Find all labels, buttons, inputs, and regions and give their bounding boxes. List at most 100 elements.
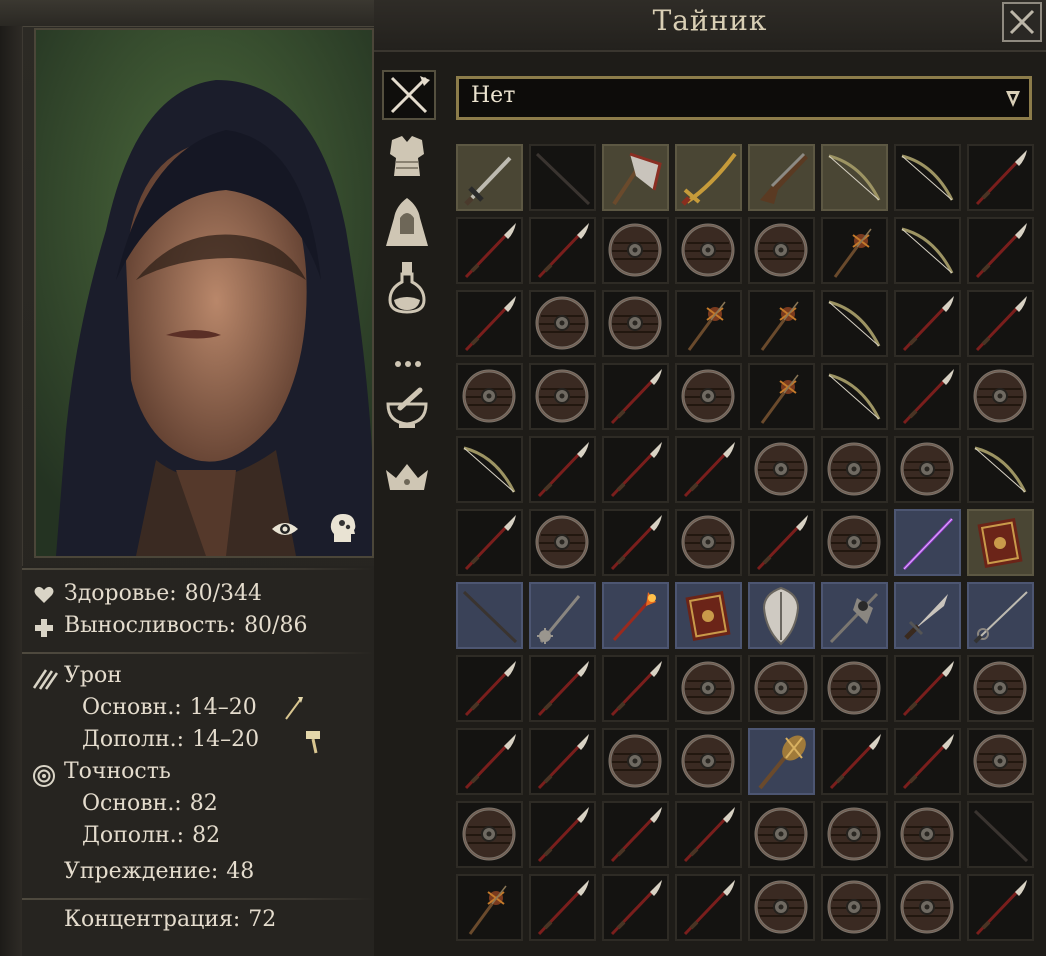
inventory-slot[interactable]: [675, 655, 742, 722]
inventory-slot[interactable]: [748, 728, 815, 795]
inventory-slot[interactable]: [675, 290, 742, 357]
inventory-slot[interactable]: [529, 874, 596, 941]
inventory-slot[interactable]: [748, 655, 815, 722]
close-button[interactable]: [1002, 2, 1042, 42]
inventory-slot[interactable]: [894, 655, 961, 722]
inventory-slot[interactable]: [821, 874, 888, 941]
inventory-slot[interactable]: [456, 363, 523, 430]
inventory-slot[interactable]: [967, 509, 1034, 576]
inventory-slot[interactable]: [602, 144, 669, 211]
inventory-slot[interactable]: [748, 290, 815, 357]
inventory-slot[interactable]: [456, 728, 523, 795]
inventory-slot[interactable]: [675, 874, 742, 941]
filter-ingredients-button[interactable]: [382, 386, 436, 436]
inventory-slot[interactable]: [894, 728, 961, 795]
inventory-slot[interactable]: [529, 290, 596, 357]
inventory-slot[interactable]: [602, 728, 669, 795]
inventory-slot[interactable]: [894, 874, 961, 941]
inventory-slot[interactable]: [529, 436, 596, 503]
inventory-slot[interactable]: [456, 509, 523, 576]
inventory-slot[interactable]: [748, 363, 815, 430]
inventory-slot[interactable]: [967, 801, 1034, 868]
inventory-slot[interactable]: [821, 363, 888, 430]
eye-icon[interactable]: [270, 514, 300, 544]
inventory-slot[interactable]: [748, 509, 815, 576]
inventory-slot[interactable]: [456, 655, 523, 722]
filter-misc-button[interactable]: [382, 346, 436, 376]
inventory-slot[interactable]: [967, 436, 1034, 503]
inventory-slot[interactable]: [821, 144, 888, 211]
character-portrait[interactable]: [34, 28, 374, 558]
inventory-slot[interactable]: [529, 144, 596, 211]
inventory-slot[interactable]: [602, 874, 669, 941]
inventory-slot[interactable]: [967, 363, 1034, 430]
inventory-slot[interactable]: [748, 144, 815, 211]
inventory-slot[interactable]: [675, 728, 742, 795]
filter-dropdown[interactable]: Нет: [456, 76, 1032, 120]
inventory-slot[interactable]: [602, 801, 669, 868]
inventory-slot[interactable]: [602, 582, 669, 649]
inventory-slot[interactable]: [967, 874, 1034, 941]
inventory-slot[interactable]: [675, 582, 742, 649]
inventory-slot[interactable]: [967, 582, 1034, 649]
inventory-slot[interactable]: [675, 144, 742, 211]
inventory-slot[interactable]: [456, 144, 523, 211]
inventory-slot[interactable]: [456, 874, 523, 941]
inventory-slot[interactable]: [967, 655, 1034, 722]
inventory-slot[interactable]: [821, 582, 888, 649]
inventory-slot[interactable]: [894, 436, 961, 503]
inventory-slot[interactable]: [602, 655, 669, 722]
inventory-slot[interactable]: [821, 655, 888, 722]
inventory-slot[interactable]: [456, 436, 523, 503]
inventory-slot[interactable]: [894, 290, 961, 357]
inventory-slot[interactable]: [748, 436, 815, 503]
inventory-slot[interactable]: [821, 217, 888, 284]
inventory-slot[interactable]: [894, 509, 961, 576]
inventory-slot[interactable]: [529, 728, 596, 795]
inventory-slot[interactable]: [456, 582, 523, 649]
inventory-slot[interactable]: [748, 874, 815, 941]
inventory-slot[interactable]: [748, 801, 815, 868]
inventory-slot[interactable]: [602, 509, 669, 576]
filter-weapons-button[interactable]: [382, 70, 436, 120]
inventory-slot[interactable]: [894, 217, 961, 284]
filter-potions-button[interactable]: [382, 260, 436, 314]
inventory-slot[interactable]: [894, 144, 961, 211]
inventory-slot[interactable]: [675, 509, 742, 576]
inventory-slot[interactable]: [748, 582, 815, 649]
inventory-slot[interactable]: [529, 582, 596, 649]
inventory-slot[interactable]: [529, 217, 596, 284]
inventory-slot[interactable]: [967, 217, 1034, 284]
inventory-slot[interactable]: [602, 436, 669, 503]
inventory-slot[interactable]: [821, 801, 888, 868]
inventory-slot[interactable]: [529, 509, 596, 576]
inventory-slot[interactable]: [967, 728, 1034, 795]
inventory-slot[interactable]: [821, 509, 888, 576]
inventory-slot[interactable]: [675, 363, 742, 430]
inventory-slot[interactable]: [456, 801, 523, 868]
inventory-slot[interactable]: [602, 363, 669, 430]
mind-icon[interactable]: [328, 512, 358, 542]
inventory-slot[interactable]: [675, 217, 742, 284]
inventory-slot[interactable]: [967, 290, 1034, 357]
inventory-slot[interactable]: [967, 144, 1034, 211]
inventory-slot[interactable]: [821, 436, 888, 503]
inventory-slot[interactable]: [894, 801, 961, 868]
inventory-slot[interactable]: [675, 436, 742, 503]
inventory-slot[interactable]: [602, 290, 669, 357]
inventory-slot[interactable]: [748, 217, 815, 284]
filter-armor-button[interactable]: [382, 132, 436, 182]
inventory-slot[interactable]: [602, 217, 669, 284]
inventory-slot[interactable]: [821, 290, 888, 357]
inventory-slot[interactable]: [529, 801, 596, 868]
inventory-slot[interactable]: [456, 290, 523, 357]
inventory-slot[interactable]: [894, 363, 961, 430]
inventory-slot[interactable]: [529, 363, 596, 430]
filter-cloak-button[interactable]: [382, 194, 436, 246]
inventory-slot[interactable]: [675, 801, 742, 868]
inventory-slot[interactable]: [456, 217, 523, 284]
inventory-slot[interactable]: [894, 582, 961, 649]
inventory-slot[interactable]: [821, 728, 888, 795]
filter-quest-button[interactable]: [382, 458, 436, 508]
inventory-slot[interactable]: [529, 655, 596, 722]
